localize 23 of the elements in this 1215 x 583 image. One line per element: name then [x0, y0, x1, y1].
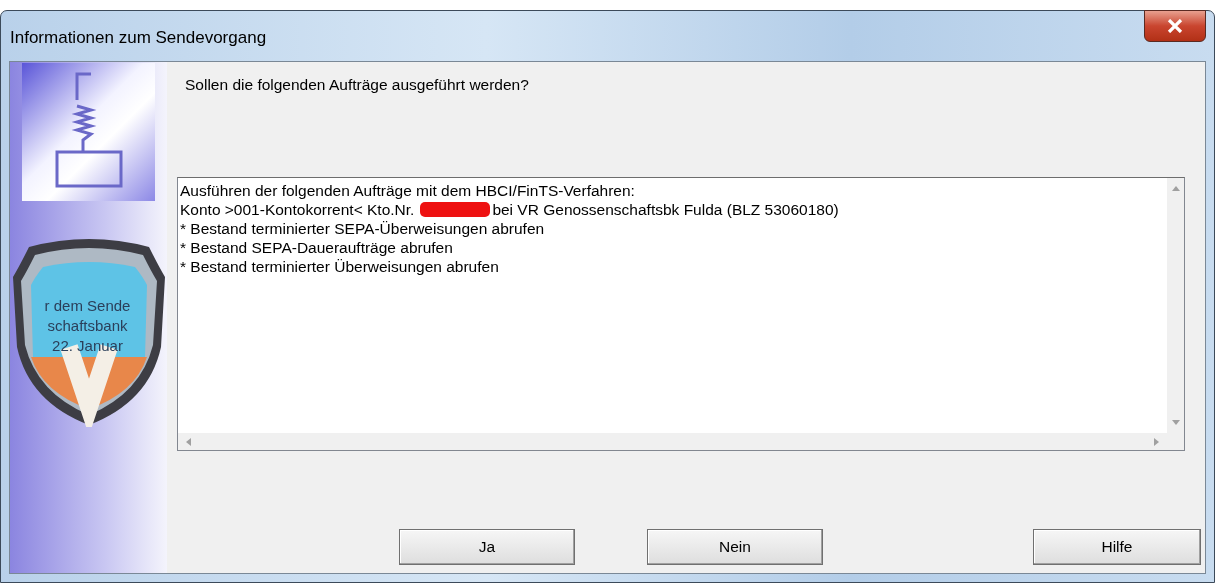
- window-title: Informationen zum Sendevorgang: [9, 28, 267, 48]
- details-line: * Bestand terminierter Überweisungen abrufen: [180, 257, 500, 276]
- redaction-mark: [420, 202, 491, 217]
- details-line: Konto >001-Kontokorrent< Kto.Nr.: [180, 200, 415, 219]
- vertical-scrollbar[interactable]: [1167, 178, 1184, 433]
- details-line: Ausführen der folgenden Aufträge mit dem HBCI/FinTS-Verfahren:: [180, 181, 636, 200]
- details-line: bei VR Genossenschaftsbk Fulda (BLZ 53060180): [492, 200, 839, 219]
- close-icon: [1167, 19, 1183, 33]
- horizontal-scrollbar[interactable]: [178, 433, 1167, 450]
- up-arrow-icon: [1171, 186, 1180, 191]
- banner-text: r dem Sende: [44, 297, 131, 314]
- left-arrow-icon: [186, 437, 191, 446]
- close-button[interactable]: [1144, 10, 1206, 42]
- down-arrow-icon: [1171, 420, 1180, 425]
- details-line: * Bestand terminierter SEPA-Überweisungen abrufen: [180, 219, 546, 238]
- dialog-button[interactable]: Ja: [399, 529, 575, 565]
- banner-text: schaftsbank: [47, 317, 128, 334]
- help-button[interactable]: Hilfe: [1033, 529, 1201, 565]
- banner-text: 22. Januar: [52, 337, 123, 354]
- question-text: Sollen die folgenden Aufträge ausgeführt werden?: [185, 76, 530, 94]
- details-line: * Bestand SEPA-Daueraufträge abrufen: [180, 238, 454, 257]
- right-arrow-icon: [1154, 437, 1159, 446]
- dialog-button[interactable]: Nein: [647, 529, 823, 565]
